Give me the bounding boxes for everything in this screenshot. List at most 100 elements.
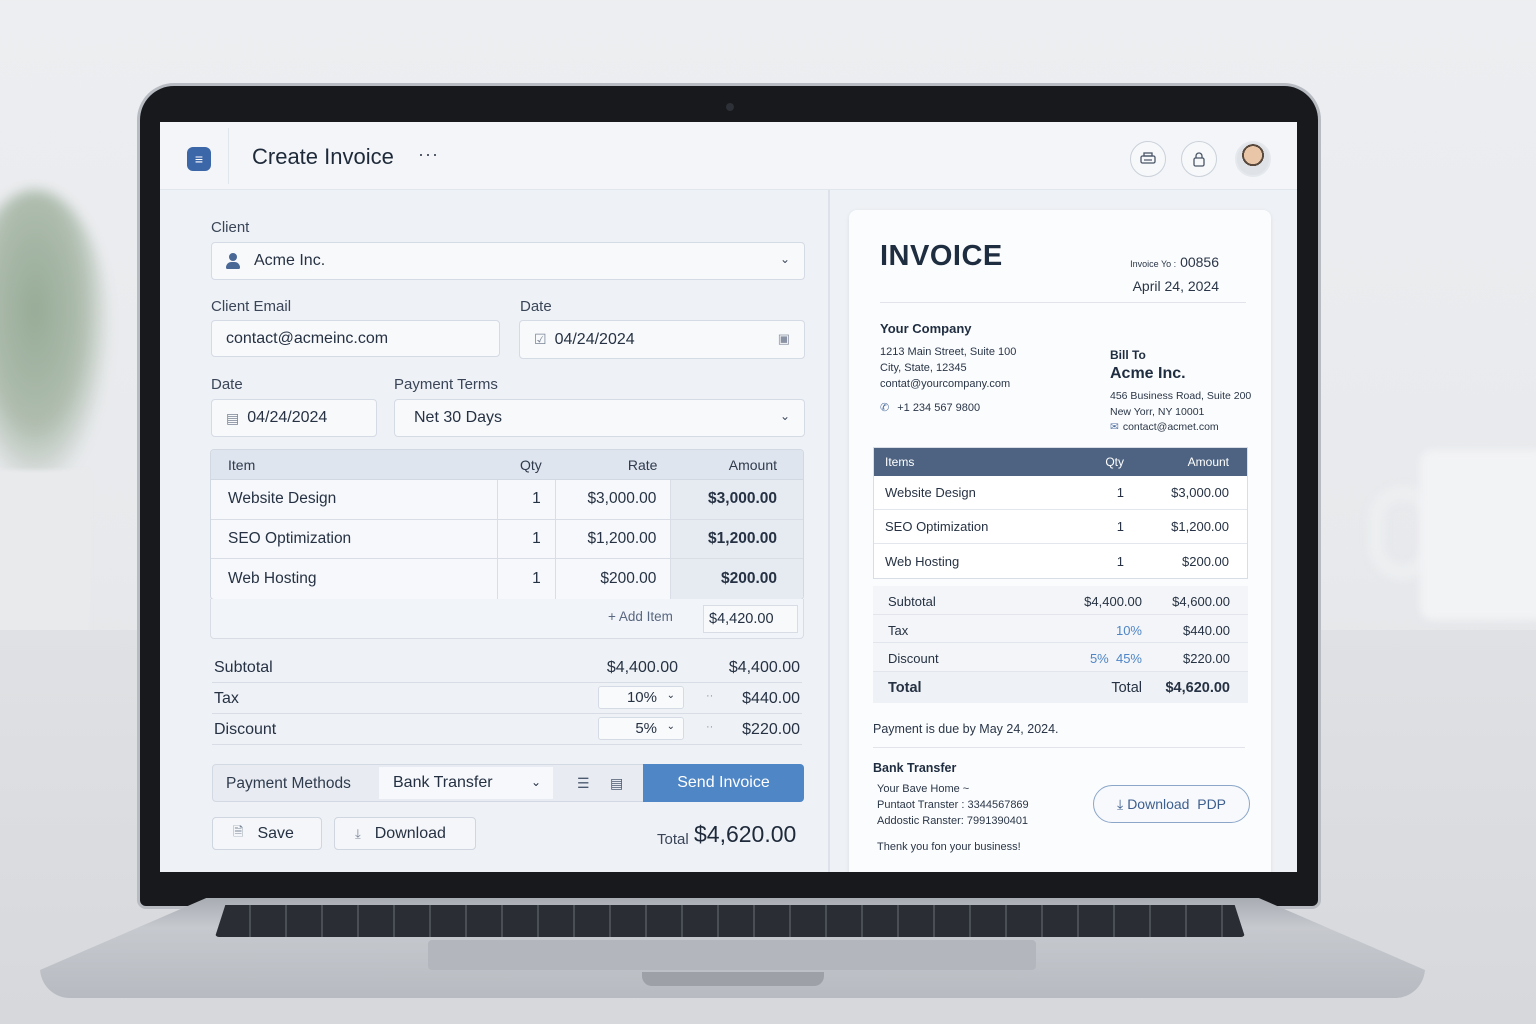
item-amount: $1,200.00 [671,519,803,558]
tax-rate-value: 10% [626,689,657,706]
item-name[interactable]: SEO Optimization [211,519,498,558]
payment-method-select[interactable]: Bank Transfer ⌄ [379,767,553,799]
bill-to-address-line: New Yorr, NY 10001 [1110,406,1205,418]
save-button[interactable]: 🗎 Save [212,817,322,850]
item-amount: $200.00 [671,559,803,599]
preview-col-amount: Amount [1187,455,1229,469]
preview-subtotal-value: $4,600.00 [1172,594,1230,609]
invoice-number-value: 00856 [1180,254,1219,270]
lock-icon[interactable] [1181,141,1217,177]
preview-tax-label: Tax [888,622,909,638]
bank-line: Addostic Ranster: 7991390401 [877,815,1029,827]
preview-item-amount: $1,200.00 [1171,519,1229,534]
menu-icon[interactable]: ≡ [187,147,211,171]
preview-item-qty: 1 [1116,485,1124,500]
divider [873,747,1245,748]
card-icon[interactable]: ▤ [610,775,623,792]
subtotal-value: $4,400.00 [728,659,800,676]
chevron-down-icon: ⌄ [530,775,541,789]
discount-row: Discount 5% ⌄ ·· $220.00 [212,714,802,745]
tax-rate-select[interactable]: 10% ⌄ [598,686,684,709]
download-icon: ⤓ [1116,795,1124,812]
table-row[interactable]: SEO Optimization 1 $1,200.00 $1,200.00 [211,519,803,559]
preview-total-row: Total Total $4,620.00 [873,671,1248,703]
checkbox-calendar-icon: ☑ [534,331,547,347]
from-address-line: 1213 Main Street, Suite 100 [880,346,1017,358]
item-rate[interactable]: $1,200.00 [556,519,672,558]
bill-to-label: Bill To [1110,348,1146,362]
from-phone-value: +1 234 567 9800 [897,402,981,414]
date-value: 04/24/2024 [247,409,328,426]
preview-item-name: Web Hosting [885,553,960,569]
preview-item-qty: 1 [1116,519,1124,534]
from-email: contat@yourcompany.com [880,378,1011,390]
download-button[interactable]: ⤓ Download [334,817,476,850]
divider [880,302,1246,303]
item-amount: $3,000.00 [671,480,803,519]
panel-divider [828,190,830,872]
payment-methods-label: Payment Methods [226,775,351,792]
laptop-keyboard [215,905,1245,937]
bank-transfer-heading: Bank Transfer [873,761,957,775]
client-select[interactable]: Acme Inc. ⌄ [211,242,805,280]
background-mug [1420,450,1536,620]
invoice-title: INVOICE [880,240,1003,272]
preview-table-header: Items Qty Amount [874,448,1247,476]
item-qty[interactable]: 1 [498,559,556,599]
payment-terms-select[interactable]: Net 30 Days ⌄ [394,399,805,437]
preview-tax-rate: 10% [1115,622,1142,638]
col-amount-header: Amount [728,456,777,473]
invoice-date: April 24, 2024 [1132,278,1219,294]
add-item-button[interactable]: + Add Item [608,609,673,624]
chevron-down-icon: ⌄ [666,690,675,701]
header-divider [228,128,229,184]
printer-icon[interactable] [1130,141,1166,177]
send-invoice-button[interactable]: Send Invoice [643,764,804,802]
more-options-icon[interactable]: ··· [418,144,439,165]
table-row[interactable]: Web Hosting 1 $200.00 $200.00 [211,559,803,599]
item-name[interactable]: Web Hosting [211,559,498,599]
date-field-top[interactable]: ☑ 04/24/2024 ▣ [519,320,805,359]
preview-discount-row: Discount 5% 45% $220.00 [873,643,1248,672]
list-icon[interactable]: ☰ [577,775,590,792]
table-row[interactable]: Website Design 1 $3,000.00 $3,000.00 [211,480,803,520]
date-value-top: 04/24/2024 [554,330,635,348]
preview-subtotal-label: Subtotal [888,594,936,609]
payment-methods-bar: Payment Methods Bank Transfer ⌄ ☰ ▤ Send… [212,764,804,802]
item-qty[interactable]: 1 [498,480,556,519]
discount-value: $220.00 [742,721,800,738]
item-qty[interactable]: 1 [498,519,556,558]
from-phone: ✆ +1 234 567 9800 [880,401,980,414]
preview-item-amount: $200.00 [1182,553,1229,569]
save-label: Save [257,824,294,842]
total-value: $4,620.00 [694,821,797,847]
date-label: Date [211,376,243,393]
item-rate[interactable]: $200.00 [556,559,672,599]
discount-rate-value: 5% [635,720,657,737]
item-rate[interactable]: $3,000.00 [556,480,672,519]
discount-label: Discount [214,721,277,738]
tax-value: $440.00 [742,690,800,707]
laptop-camera [726,103,734,111]
app-header: ≡ Create Invoice ··· [160,122,1297,190]
user-avatar[interactable] [1235,141,1271,177]
invoice-preview: INVOICE Invoice Yo : 00856 April 24, 202… [849,210,1271,872]
client-email-field[interactable]: contact@acmeinc.com [211,320,500,357]
subtotal-row: Subtotal $4,400.00 $4,400.00 [212,652,802,683]
date-field[interactable]: ▤ 04/24/2024 [211,399,377,437]
tax-row: Tax 10% ⌄ ·· $440.00 [212,683,802,714]
preview-col-items: Items [885,455,915,469]
discount-rate-select[interactable]: 5% ⌄ [598,717,684,740]
preview-tax-value: $440.00 [1183,622,1230,638]
bill-to-email-value: contact@acmet.com [1122,421,1219,433]
item-name[interactable]: Website Design [211,480,498,519]
download-icon: ⤓ [355,825,361,841]
calendar-icon[interactable]: ▣ [778,331,790,347]
payment-method-value: Bank Transfer [393,774,493,791]
background-plant [0,190,110,490]
date-label-top: Date [520,298,552,315]
chevron-down-icon: ⌄ [666,721,675,732]
download-pdf-button[interactable]: ⤓ Download PDP [1093,785,1250,823]
subtotal-label: Subtotal [214,659,273,676]
table-row: Web Hosting 1 $200.00 [874,544,1247,578]
